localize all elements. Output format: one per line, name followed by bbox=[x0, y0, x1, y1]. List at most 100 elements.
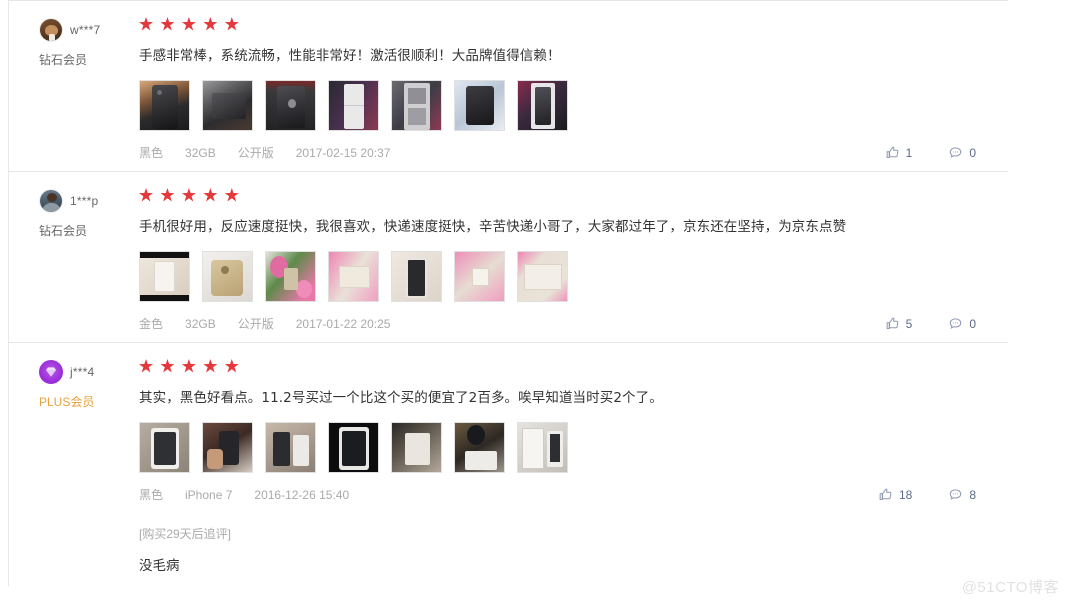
like-action[interactable]: 18 bbox=[878, 487, 912, 502]
user-name[interactable]: j***4 bbox=[70, 365, 94, 379]
user-name[interactable]: 1***p bbox=[70, 194, 98, 208]
rating-stars bbox=[139, 17, 992, 33]
site-watermark: @51CTO博客 bbox=[961, 579, 1059, 596]
review-actions: 5 0 bbox=[849, 316, 976, 331]
meta-color: 黑色 bbox=[139, 146, 164, 160]
thumbs-up-icon bbox=[878, 487, 893, 502]
review-thumbnail[interactable] bbox=[202, 80, 253, 131]
review-thumbnail[interactable] bbox=[391, 422, 442, 473]
comment-bubble-icon bbox=[948, 316, 963, 331]
review-meta-row: 黑色 iPhone 7 2016-12-26 15:40 18 8 bbox=[139, 486, 992, 503]
review-body-column: 手感非常棒，系统流畅，性能非常好！激活很顺利！大品牌值得信赖！ 黑色 32GB … bbox=[125, 1, 1008, 171]
comment-action[interactable]: 0 bbox=[948, 316, 976, 331]
review-thumbnail-strip bbox=[139, 251, 992, 302]
star-icon bbox=[181, 188, 196, 202]
rating-stars bbox=[139, 188, 992, 204]
star-icon bbox=[139, 188, 153, 202]
like-action[interactable]: 1 bbox=[885, 145, 913, 160]
review-thumbnail[interactable] bbox=[139, 251, 190, 302]
user-level-label: 钻石会员 bbox=[39, 224, 88, 238]
comment-action[interactable]: 8 bbox=[948, 487, 976, 502]
meta-color: 金色 bbox=[139, 317, 164, 331]
comment-bubble-icon bbox=[948, 487, 963, 502]
star-icon bbox=[160, 359, 175, 373]
comment-action[interactable]: 0 bbox=[948, 145, 976, 160]
reviews-page: w***7 钻石会员 手感非常棒，系统流畅，性能非常好！激活很顺利！大品牌值得信… bbox=[0, 0, 1071, 605]
thumbs-up-icon bbox=[885, 316, 900, 331]
review-thumbnail[interactable] bbox=[202, 422, 253, 473]
review-text: 手感非常棒，系统流畅，性能非常好！激活很顺利！大品牌值得信赖！ bbox=[139, 48, 561, 64]
review-user-column: 1***p 钻石会员 bbox=[9, 172, 125, 342]
review-thumbnail-strip bbox=[139, 422, 992, 473]
star-icon bbox=[224, 359, 239, 373]
star-icon bbox=[160, 17, 175, 31]
append-review-label: [购买29天后追评] bbox=[139, 527, 232, 541]
like-count: 1 bbox=[905, 145, 913, 160]
append-review-text: 没毛病 bbox=[139, 558, 180, 574]
user-header: j***4 bbox=[39, 359, 125, 385]
review-thumbnail[interactable] bbox=[454, 251, 505, 302]
review-text: 手机很好用，反应速度挺快，我很喜欢，快递速度挺快，辛苦快递小哥了，大家都过年了，… bbox=[139, 219, 847, 235]
meta-version: 公开版 bbox=[237, 146, 274, 160]
review-thumbnail[interactable] bbox=[517, 422, 568, 473]
plus-diamond-icon[interactable] bbox=[39, 360, 63, 384]
user-level-label: 钻石会员 bbox=[39, 53, 88, 67]
comment-count: 0 bbox=[969, 145, 976, 160]
review-thumbnail[interactable] bbox=[328, 422, 379, 473]
review-thumbnail[interactable] bbox=[265, 422, 316, 473]
review-thumbnail[interactable] bbox=[328, 251, 379, 302]
review-actions: 18 8 bbox=[842, 487, 976, 502]
review-thumbnail[interactable] bbox=[517, 80, 568, 131]
star-icon bbox=[181, 17, 196, 31]
star-icon bbox=[139, 17, 153, 31]
meta-capacity: 32GB bbox=[185, 316, 216, 331]
user-avatar-brown-icon[interactable] bbox=[39, 18, 63, 42]
review-item: j***4 PLUS会员 其实，黑色好看点。11.2号买过一个比这个买的便宜了2… bbox=[9, 342, 1008, 586]
star-icon bbox=[203, 188, 218, 202]
meta-version: 公开版 bbox=[237, 317, 274, 331]
like-count: 18 bbox=[898, 487, 913, 502]
append-review: [购买29天后追评] 没毛病 bbox=[139, 525, 992, 576]
comment-bubble-icon bbox=[948, 145, 963, 160]
review-thumbnail[interactable] bbox=[454, 422, 505, 473]
user-avatar-photo-icon[interactable] bbox=[39, 189, 63, 213]
comment-count: 8 bbox=[969, 487, 976, 502]
review-thumbnail[interactable] bbox=[139, 80, 190, 131]
review-user-column: j***4 PLUS会员 bbox=[9, 343, 125, 586]
review-text: 其实，黑色好看点。11.2号买过一个比这个买的便宜了2百多。唉早知道当时买2个了… bbox=[139, 390, 663, 406]
meta-color: 黑色 bbox=[139, 488, 164, 502]
thumbs-up-icon bbox=[885, 145, 900, 160]
review-thumbnail[interactable] bbox=[328, 80, 379, 131]
user-name[interactable]: w***7 bbox=[70, 23, 100, 37]
meta-capacity: iPhone 7 bbox=[185, 487, 233, 502]
review-thumbnail[interactable] bbox=[517, 251, 568, 302]
review-thumbnail-strip bbox=[139, 80, 992, 131]
review-actions: 1 0 bbox=[849, 145, 976, 160]
like-count: 5 bbox=[905, 316, 913, 331]
user-header: w***7 bbox=[39, 17, 125, 43]
user-level-label: PLUS会员 bbox=[39, 395, 95, 409]
review-meta-row: 黑色 32GB 公开版 2017-02-15 20:37 1 0 bbox=[139, 144, 992, 161]
meta-capacity: 32GB bbox=[185, 145, 216, 160]
review-body-column: 其实，黑色好看点。11.2号买过一个比这个买的便宜了2百多。唉早知道当时买2个了… bbox=[125, 343, 1008, 586]
review-thumbnail[interactable] bbox=[265, 251, 316, 302]
review-thumbnail[interactable] bbox=[391, 80, 442, 131]
review-thumbnail[interactable] bbox=[391, 251, 442, 302]
star-icon bbox=[203, 17, 218, 31]
review-meta-row: 金色 32GB 公开版 2017-01-22 20:25 5 0 bbox=[139, 315, 992, 332]
star-icon bbox=[160, 188, 175, 202]
meta-date: 2017-02-15 20:37 bbox=[295, 145, 391, 160]
like-action[interactable]: 5 bbox=[885, 316, 913, 331]
user-header: 1***p bbox=[39, 188, 125, 214]
review-item: w***7 钻石会员 手感非常棒，系统流畅，性能非常好！激活很顺利！大品牌值得信… bbox=[9, 0, 1008, 171]
star-icon bbox=[224, 17, 239, 31]
review-thumbnail[interactable] bbox=[139, 422, 190, 473]
comment-count: 0 bbox=[969, 316, 976, 331]
rating-stars bbox=[139, 359, 992, 375]
star-icon bbox=[181, 359, 196, 373]
review-thumbnail[interactable] bbox=[454, 80, 505, 131]
star-icon bbox=[139, 359, 153, 373]
review-user-column: w***7 钻石会员 bbox=[9, 1, 125, 171]
review-thumbnail[interactable] bbox=[202, 251, 253, 302]
review-thumbnail[interactable] bbox=[265, 80, 316, 131]
